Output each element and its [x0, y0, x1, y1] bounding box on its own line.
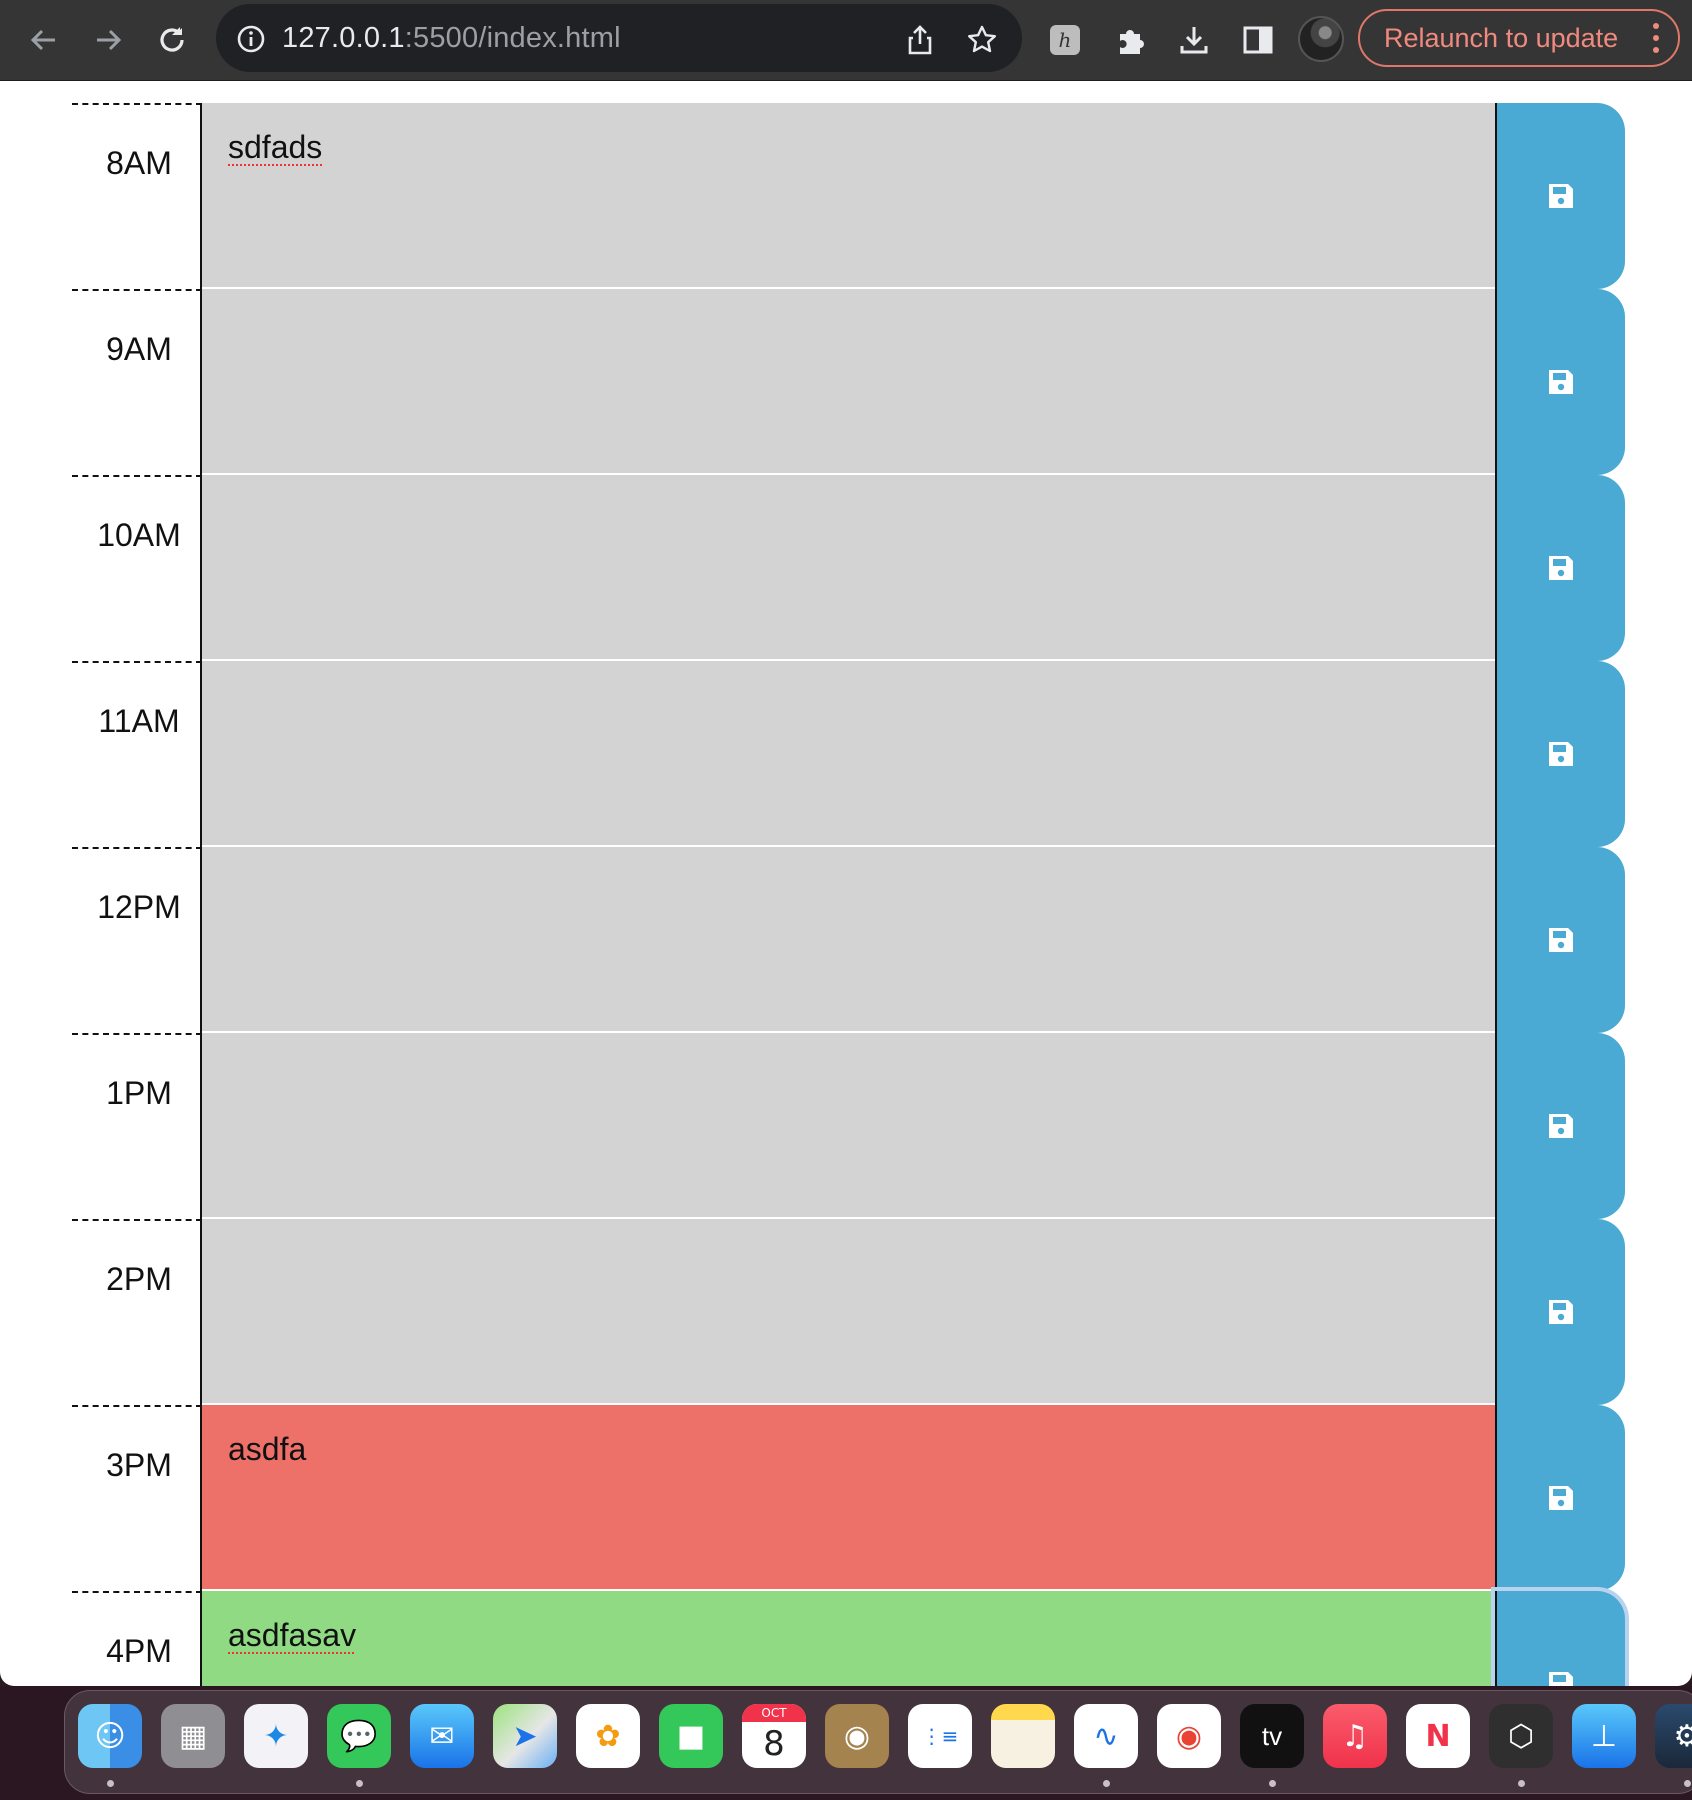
hour-label: 11AM [72, 661, 202, 847]
steam-icon[interactable]: ⚙ [1655, 1704, 1692, 1768]
bookmark-star-icon[interactable] [966, 24, 998, 56]
running-indicator [1684, 1780, 1691, 1787]
relaunch-button[interactable]: Relaunch to update [1358, 9, 1680, 67]
hour-label: 3PM [72, 1405, 202, 1591]
save-icon [1549, 1114, 1573, 1138]
finder-icon[interactable]: ☺ [78, 1704, 142, 1768]
back-arrow-icon [30, 29, 55, 51]
appletv-label: tv [1261, 1720, 1283, 1751]
news-icon[interactable]: N [1406, 1704, 1470, 1768]
browser-toolbar: 127.0.0.1:5500/index.html h Relaunch to … [0, 0, 1692, 81]
running-indicator [356, 1780, 363, 1787]
save-icon [1549, 742, 1573, 766]
maps-icon[interactable]: ➤ [493, 1704, 557, 1768]
save-icon [1549, 556, 1573, 580]
time-block-row: 8AM sdfads [72, 103, 1625, 289]
event-text: sdfads [228, 129, 323, 165]
running-indicator [1269, 1780, 1276, 1787]
running-indicator [1518, 1780, 1525, 1787]
safari-icon[interactable]: ✦ [244, 1704, 308, 1768]
hour-label: 12PM [72, 847, 202, 1033]
url-text: 127.0.0.1:5500/index.html [282, 22, 621, 54]
event-text: asdfasav [228, 1617, 357, 1653]
running-indicator [107, 1780, 114, 1787]
page-viewport: 8AM sdfads 9AM 10AM 11AM 12PM 1PM 2PM 3PM asdfa 4P… [0, 81, 1692, 1686]
event-description-textarea[interactable]: asdfa [202, 1405, 1495, 1591]
messages-icon[interactable]: 💬 [327, 1704, 391, 1768]
running-indicator [1103, 1780, 1110, 1787]
save-button[interactable] [1495, 1219, 1625, 1405]
time-block-row: 1PM [72, 1033, 1625, 1219]
time-block-row: 2PM [72, 1219, 1625, 1405]
save-icon [1549, 1486, 1573, 1510]
chrome-icon[interactable]: ◉ [1157, 1704, 1221, 1768]
music-icon[interactable]: ♫ [1323, 1704, 1387, 1768]
save-icon [1549, 370, 1573, 394]
event-description-textarea[interactable] [202, 847, 1495, 1033]
launchpad-icon[interactable]: ▦ [161, 1704, 225, 1768]
save-button[interactable] [1495, 103, 1625, 289]
back-button[interactable] [22, 18, 66, 62]
hour-label: 10AM [72, 475, 202, 661]
extension-h-icon[interactable]: h [1043, 18, 1087, 62]
forward-button[interactable] [86, 18, 130, 62]
svg-text:h: h [1059, 28, 1072, 52]
event-text: asdfa [228, 1431, 307, 1467]
forward-arrow-icon [97, 29, 122, 51]
event-description-textarea[interactable]: asdfasav [202, 1591, 1495, 1686]
save-button[interactable] [1495, 661, 1625, 847]
save-button[interactable] [1495, 475, 1625, 661]
notes-icon[interactable] [991, 1704, 1055, 1768]
save-button[interactable] [1495, 1591, 1625, 1686]
time-block-row: 10AM [72, 475, 1625, 661]
save-icon [1549, 184, 1573, 208]
calendar-month: OCT [742, 1704, 806, 1722]
freeform-icon[interactable]: ∿ [1074, 1704, 1138, 1768]
hour-label: 9AM [72, 289, 202, 475]
share-icon[interactable] [904, 24, 936, 56]
hour-label: 1PM [72, 1033, 202, 1219]
event-description-textarea[interactable] [202, 289, 1495, 475]
reminders-icon[interactable]: ⋮≡ [908, 1704, 972, 1768]
save-icon [1549, 1672, 1573, 1686]
calendar-day: 8 [763, 1724, 785, 1764]
time-block-row: 9AM [72, 289, 1625, 475]
event-description-textarea[interactable] [202, 1033, 1495, 1219]
extensions-puzzle-icon[interactable] [1108, 18, 1152, 62]
hour-label: 2PM [72, 1219, 202, 1405]
save-button[interactable] [1495, 847, 1625, 1033]
mail-icon[interactable]: ✉ [410, 1704, 474, 1768]
event-description-textarea[interactable] [202, 1219, 1495, 1405]
hour-label: 8AM [72, 103, 202, 289]
event-description-textarea[interactable]: sdfads [202, 103, 1495, 289]
event-description-textarea[interactable] [202, 661, 1495, 847]
save-button[interactable] [1495, 289, 1625, 475]
hour-label: 4PM [72, 1591, 202, 1686]
time-block-row: 12PM [72, 847, 1625, 1033]
unity-icon[interactable]: ⬡ [1489, 1704, 1553, 1768]
contacts-icon[interactable]: ◉ [825, 1704, 889, 1768]
time-block-row: 3PM asdfa [72, 1405, 1625, 1591]
site-info-icon[interactable] [236, 24, 266, 54]
save-icon [1549, 928, 1573, 952]
profile-avatar[interactable] [1298, 16, 1344, 62]
photos-icon[interactable]: ✿ [576, 1704, 640, 1768]
keynote-icon[interactable]: ⊥ [1572, 1704, 1636, 1768]
save-button[interactable] [1495, 1405, 1625, 1591]
event-description-textarea[interactable] [202, 475, 1495, 661]
calendar-icon[interactable]: OCT 8 [742, 1704, 806, 1768]
side-panel-icon[interactable] [1236, 18, 1280, 62]
downloads-icon[interactable] [1172, 18, 1216, 62]
reload-button[interactable] [150, 18, 194, 62]
relaunch-label: Relaunch to update [1384, 22, 1619, 53]
time-block-row: 4PM asdfasav [72, 1591, 1625, 1686]
save-button[interactable] [1495, 1033, 1625, 1219]
reload-icon [160, 27, 184, 52]
save-icon [1549, 1300, 1573, 1324]
appletv-icon[interactable]: tv [1240, 1704, 1304, 1768]
address-bar[interactable]: 127.0.0.1:5500/index.html [216, 4, 1022, 72]
menu-dots-icon[interactable] [1652, 23, 1660, 53]
time-block-row: 11AM [72, 661, 1625, 847]
facetime-icon[interactable]: ■ [659, 1704, 723, 1768]
